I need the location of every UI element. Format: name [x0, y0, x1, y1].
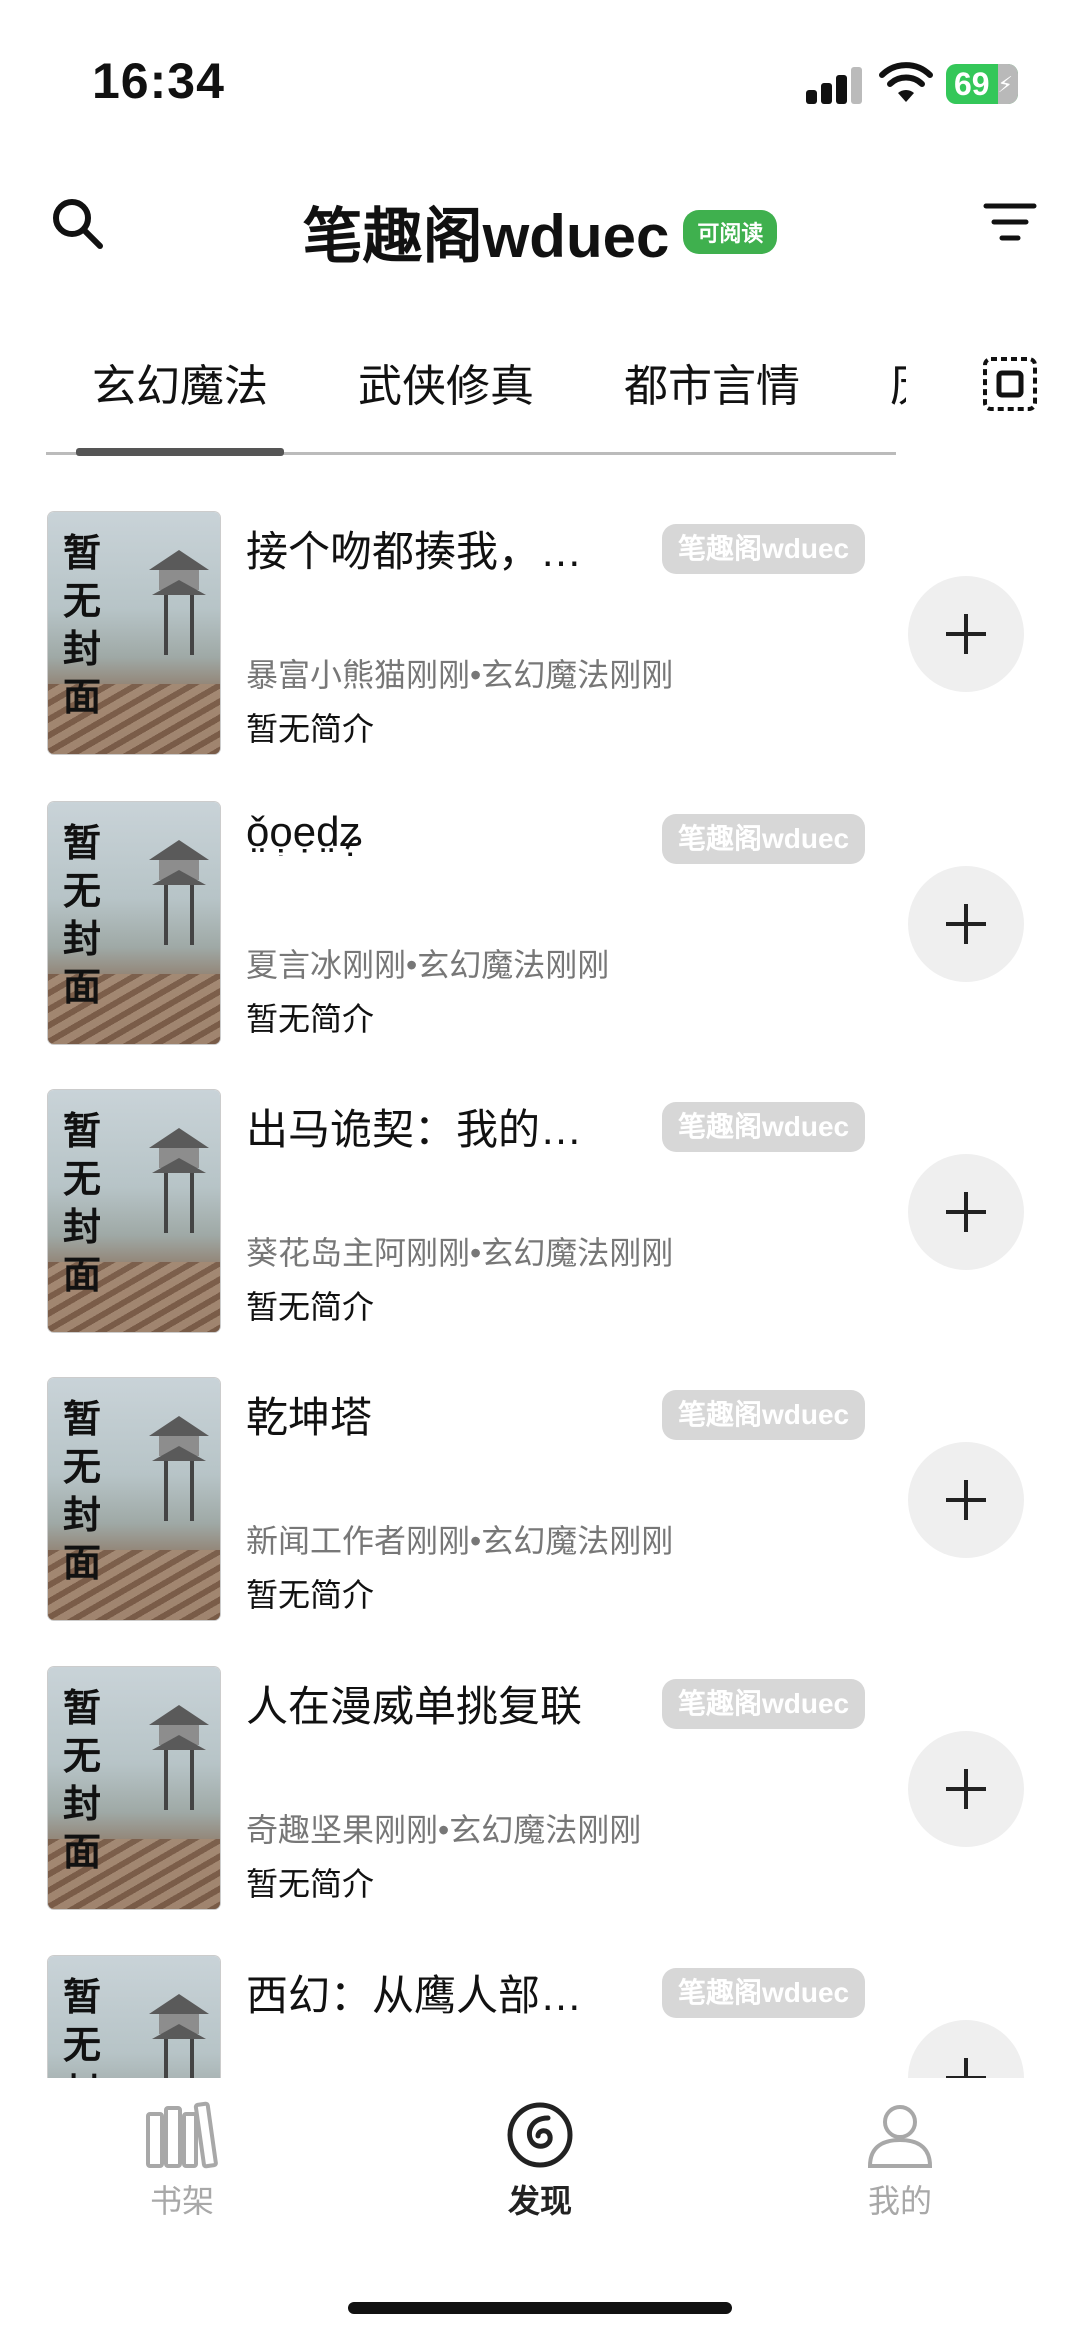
pagoda-illustration [149, 1994, 209, 2078]
nav-label-discover: 发现 [507, 2183, 572, 2219]
book-item[interactable]: 暂无封面 西幻：从鹰人部… 笔趣阁wduec [0, 1954, 1080, 2078]
cover-placeholder-text: 暂无封面 [62, 823, 101, 1009]
book-title: 人在漫威单挑复联 [246, 1683, 583, 1730]
status-bar: 16:34 69 ⚡ [0, 0, 1080, 150]
readable-badge: 可阅读 [683, 209, 778, 254]
tab-xuanhuan[interactable]: 玄幻魔法 [92, 350, 268, 414]
title-wrap: 笔趣阁wduec 可阅读 [0, 188, 1080, 275]
pagoda-illustration [149, 840, 209, 945]
plus-icon [946, 1192, 986, 1232]
plus-icon [946, 1769, 986, 1809]
book-item[interactable]: 暂无封面 接个吻都揍我，… 笔趣阁wduec 暴富小熊猫刚刚•玄幻魔法刚刚 暂无… [0, 510, 1080, 754]
book-meta: 新闻工作者刚刚•玄幻魔法刚刚 [246, 1523, 674, 1559]
book-list: 暂无封面 接个吻都揍我，… 笔趣阁wduec 暴富小熊猫刚刚•玄幻魔法刚刚 暂无… [0, 510, 1080, 2078]
add-to-shelf-button[interactable] [908, 1731, 1024, 1847]
cover-placeholder-text: 暂无封面 [62, 533, 101, 719]
book-cover: 暂无封面 [48, 802, 220, 1044]
source-tag: 笔趣阁wduec [662, 1679, 866, 1729]
book-meta: 暴富小熊猫刚刚•玄幻魔法刚刚 [246, 657, 674, 693]
filter-icon[interactable] [982, 198, 1038, 248]
book-intro: 暂无简介 [246, 1577, 375, 1613]
battery-indicator: 69 ⚡ [946, 64, 1018, 104]
cover-placeholder-text: 暂无封面 [62, 1688, 101, 1874]
book-item[interactable]: 暂无封面 乾坤塔 笔趣阁wduec 新闻工作者刚刚•玄幻魔法刚刚 暂无简介 [0, 1376, 1080, 1620]
tab-dushi[interactable]: 都市言情 [624, 350, 800, 414]
pagoda-illustration [149, 1416, 209, 1521]
book-cover: 暂无封面 [48, 1378, 220, 1620]
pagoda-illustration [149, 1705, 209, 1810]
cellular-signal-icon [806, 66, 862, 104]
book-intro: 暂无简介 [246, 1866, 375, 1902]
profile-icon [867, 2105, 933, 2168]
source-tag: 笔趣阁wduec [662, 1102, 866, 1152]
nav-profile[interactable]: 我的 [820, 2100, 980, 2222]
active-tab-indicator [76, 448, 284, 456]
wifi-icon [879, 62, 933, 102]
bottom-nav: 书架 发现 我的 [0, 2078, 1080, 2339]
bookshelf-icon [146, 2101, 218, 2169]
charging-icon: ⚡ [997, 72, 1013, 97]
book-intro: 暂无简介 [246, 1001, 375, 1037]
plus-icon [946, 1480, 986, 1520]
home-indicator[interactable] [348, 2302, 732, 2314]
discover-icon [507, 2102, 573, 2168]
nav-label-bookshelf: 书架 [149, 2183, 214, 2219]
pagoda-illustration [149, 550, 209, 655]
book-cover: 暂无封面 [48, 1667, 220, 1909]
battery-level: 69 [954, 65, 990, 102]
pagoda-illustration [149, 1128, 209, 1233]
plus-icon [946, 904, 986, 944]
add-to-shelf-button[interactable] [908, 1154, 1024, 1270]
page-title: 笔趣阁wduec [302, 203, 670, 270]
cover-placeholder-text: 暂无封面 [62, 1111, 101, 1297]
plus-icon [946, 614, 986, 654]
book-item[interactable]: 暂无封面 出马诡契：我的… 笔趣阁wduec 葵花岛主阿刚刚•玄幻魔法刚刚 暂无… [0, 1088, 1080, 1332]
add-to-shelf-button[interactable] [908, 576, 1024, 692]
plus-icon [946, 2058, 986, 2078]
source-tag: 笔趣阁wduec [662, 814, 866, 864]
tab-li[interactable]: 历 [890, 350, 906, 414]
category-tabs: 玄幻魔法 武侠修真 都市言情 历 [46, 340, 906, 460]
tab-wuxia[interactable]: 武侠修真 [358, 350, 534, 414]
nav-label-profile: 我的 [867, 2183, 932, 2219]
status-time: 16:34 [92, 53, 225, 109]
source-tag: 笔趣阁wduec [662, 1390, 866, 1440]
book-intro: 暂无简介 [246, 1289, 375, 1325]
book-cover: 暂无封面 [48, 512, 220, 754]
book-meta: 奇趣坚果刚刚•玄幻魔法刚刚 [246, 1812, 642, 1848]
book-title: 出马诡契：我的… [246, 1106, 583, 1153]
book-title: 接个吻都揍我，… [246, 528, 583, 575]
add-to-shelf-button[interactable] [908, 2020, 1024, 2078]
cover-placeholder-text: 暂无封面 [62, 1977, 101, 2078]
book-title: 乾坤塔 [246, 1394, 373, 1441]
book-title: 西幻：从鹰人部… [246, 1972, 583, 2019]
category-grid-icon[interactable] [982, 356, 1038, 412]
source-tag: 笔趣阁wduec [662, 524, 866, 574]
book-intro: 暂无简介 [246, 711, 375, 747]
nav-bookshelf[interactable]: 书架 [102, 2100, 262, 2222]
book-item[interactable]: 暂无封面 ǒ̤ọ̣ẹd̤ʑ̣ 笔趣阁wduec 夏言冰刚刚•玄幻魔法刚刚 暂无简… [0, 800, 1080, 1044]
cover-placeholder-text: 暂无封面 [62, 1399, 101, 1585]
book-meta: 葵花岛主阿刚刚•玄幻魔法刚刚 [246, 1235, 674, 1271]
app-header: 笔趣阁wduec 可阅读 [0, 180, 1080, 270]
book-cover: 暂无封面 [48, 1956, 220, 2078]
nav-discover[interactable]: 发现 [460, 2100, 620, 2222]
book-cover: 暂无封面 [48, 1090, 220, 1332]
add-to-shelf-button[interactable] [908, 1442, 1024, 1558]
book-item[interactable]: 暂无封面 人在漫威单挑复联 笔趣阁wduec 奇趣坚果刚刚•玄幻魔法刚刚 暂无简… [0, 1665, 1080, 1909]
source-tag: 笔趣阁wduec [662, 1968, 866, 2018]
book-meta: 夏言冰刚刚•玄幻魔法刚刚 [246, 947, 610, 983]
add-to-shelf-button[interactable] [908, 866, 1024, 982]
book-title: ǒ̤ọ̣ẹd̤ʑ̣ [246, 808, 363, 855]
